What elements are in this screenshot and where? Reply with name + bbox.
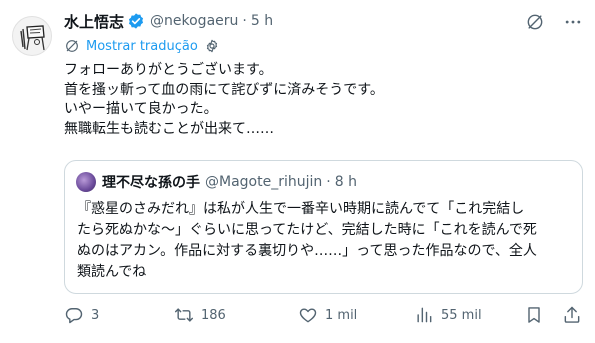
reply-icon <box>65 308 83 324</box>
grok-icon[interactable] <box>525 12 545 32</box>
views-button[interactable]: 55 mil <box>414 304 482 326</box>
quoted-text-line: 類読んでね <box>77 264 147 280</box>
tweet-action-bar: 3 186 1 mil 55 mil <box>64 304 583 326</box>
translate-row: Mostrar tradução <box>64 37 583 55</box>
repost-icon <box>174 308 194 322</box>
tweet-card[interactable]: 水上悟志 @nekogaeru · 5 h Mostrar tradução フ… <box>0 0 595 343</box>
more-options-icon[interactable] <box>563 12 583 32</box>
quoted-tweet-timestamp[interactable]: 8 h <box>335 174 357 190</box>
tweet-header: 水上悟志 @nekogaeru · 5 h <box>64 10 583 32</box>
header-separator: · <box>242 13 247 29</box>
bookmark-icon <box>528 307 540 323</box>
avatar-sketch-image <box>20 25 45 51</box>
quoted-text-line: たら死ぬかな〜」ぐらいに思ってたけど、完結した時に「これを読んで死 <box>77 222 537 238</box>
quoted-tweet[interactable]: 理不尽な孫の手 @Magote_rihujin · 8 h 『惑星のさみだれ』は… <box>64 160 583 294</box>
quoted-header-separator: · <box>326 174 331 190</box>
reply-button[interactable]: 3 <box>64 304 99 326</box>
like-count: 1 mil <box>325 307 358 323</box>
bookmark-button[interactable] <box>524 304 544 326</box>
header-actions <box>525 12 583 32</box>
tweet-text-line: いやー描いて良かった。 <box>64 101 218 117</box>
show-translation-link[interactable]: Mostrar tradução <box>86 39 198 54</box>
grok-translate-icon <box>66 40 78 52</box>
share-icon <box>564 306 580 323</box>
tweet-content: 水上悟志 @nekogaeru · 5 h Mostrar tradução フ… <box>64 10 583 294</box>
like-button[interactable]: 1 mil <box>298 304 357 326</box>
quoted-author-avatar[interactable] <box>76 172 96 192</box>
views-chart-icon <box>417 307 432 323</box>
author-handle[interactable]: @nekogaeru <box>150 13 238 29</box>
translation-settings-gear-icon[interactable] <box>204 38 220 54</box>
tweet-text-line: 首を搔ッ斬って血の雨にて詫びずに済みそうです。 <box>64 81 384 98</box>
author-name[interactable]: 水上悟志 <box>64 11 124 32</box>
quoted-tweet-text: 『惑星のさみだれ』は私が人生で一番辛い時期に読んでて「これ完結し たら死ぬかな〜… <box>77 199 572 283</box>
heart-icon <box>299 308 317 323</box>
repost-button[interactable]: 186 <box>174 304 226 326</box>
tweet-text-line: フォローありがとうございます。 <box>64 62 273 78</box>
verified-badge-icon[interactable] <box>127 12 145 30</box>
tweet-text-line: 無職転生も読むことが出来て…… <box>64 120 274 137</box>
quoted-text-line: 『惑星のさみだれ』は私が人生で一番辛い時期に読んでて「これ完結し <box>77 201 525 217</box>
quoted-text-line: ぬのはアカン。作品に対する裏切りや……」って思った作品なので、全人 <box>77 243 537 259</box>
quoted-tweet-header: 理不尽な孫の手 @Magote_rihujin · 8 h <box>76 172 357 192</box>
quoted-author-handle[interactable]: @Magote_rihujin <box>205 174 322 190</box>
share-button[interactable] <box>562 304 582 326</box>
reply-count: 3 <box>91 307 100 323</box>
view-count: 55 mil <box>441 307 482 323</box>
tweet-text: フォローありがとうございます。 首を搔ッ斬って血の雨にて詫びずに済みそうです。 … <box>64 61 583 139</box>
quoted-author-name[interactable]: 理不尽な孫の手 <box>102 172 200 192</box>
tweet-timestamp[interactable]: 5 h <box>251 13 273 29</box>
author-avatar[interactable] <box>12 16 52 56</box>
repost-count: 186 <box>201 307 226 323</box>
